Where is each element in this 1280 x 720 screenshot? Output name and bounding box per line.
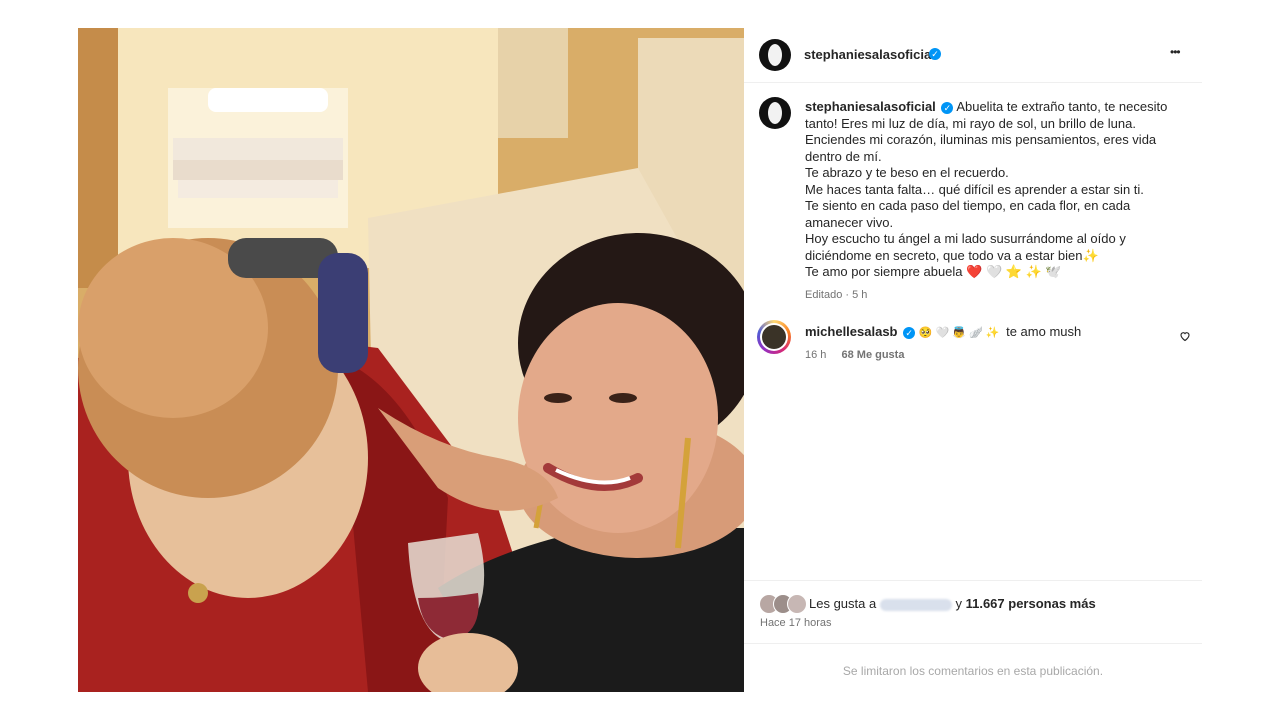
comment-like-heart-icon[interactable] [1179, 330, 1191, 342]
likes-prefix: Les gusta a [809, 596, 877, 611]
caption-line-11: Te amo por siempre abuela ❤️ 🤍 ⭐ ✨ 🕊️ [805, 264, 1062, 279]
likes-blurred-user[interactable] [879, 598, 952, 611]
caption-line-2: tanto! Eres mi luz de día, mi rayo de so… [805, 115, 1136, 131]
caption-line-6: Me haces tanta falta… qué difícil es apr… [805, 181, 1144, 197]
likes-conj: y [955, 596, 962, 611]
comment-body: michellesalasb ✓ 🥺 🤍 👼 🪽 ✨ te amo mush [805, 324, 1165, 342]
caption-edited-time: Editado · 5 h [805, 288, 868, 301]
likes-count[interactable]: 11.667 personas más [966, 596, 1096, 611]
post-photo[interactable] [78, 28, 744, 692]
caption-line-1: stephaniesalasoficial ✓ Abuelita te extr… [805, 99, 1168, 114]
caption-line-7: Te siento en cada paso del tiempo, en ca… [805, 198, 1131, 213]
post-time: Hace 17 horas [760, 617, 832, 629]
post-header: stephaniesalasoficial ✓ ••• [744, 28, 1202, 83]
caption-line-4: dentro de mí. [805, 148, 882, 164]
caption: stephaniesalasoficial ✓ Abuelita te extr… [805, 99, 1185, 301]
likes-divider [744, 580, 1202, 581]
caption-author[interactable]: stephaniesalasoficial [805, 99, 936, 114]
author-username[interactable]: stephaniesalasoficial [804, 47, 935, 62]
caption-avatar[interactable] [759, 97, 791, 129]
caption-line-10: diciéndome en secreto, que todo va a est… [805, 247, 1099, 263]
comment: michellesalasb ✓ 🥺 🤍 👼 🪽 ✨ te amo mush 1… [805, 324, 1165, 361]
more-options-icon[interactable]: ••• [1170, 45, 1181, 59]
photo-illustration [78, 28, 744, 692]
liker-avatars [759, 594, 807, 614]
caption-line-5: Te abrazo y te beso en el recuerdo. [805, 165, 1009, 180]
caption-line-3: Enciendes mi corazón, iluminas mis pensa… [805, 132, 1157, 147]
caption-line-8: amanecer vivo. [805, 214, 894, 230]
comment-text: te amo mush [1006, 324, 1082, 339]
comment-likes[interactable]: 68 Me gusta [841, 349, 904, 361]
comment-time: 16 h [805, 348, 827, 361]
comment-verified-icon: ✓ [903, 326, 916, 339]
comment-emojis: 🥺 🤍 👼 🪽 ✨ [918, 327, 1000, 339]
post-side-panel: stephaniesalasoficial ✓ ••• stephaniesal… [744, 28, 1202, 692]
comment-author[interactable]: michellesalasb [805, 324, 898, 339]
comments-limited-notice: Se limitaron los comentarios en esta pub… [842, 664, 1104, 678]
likes-summary: Les gusta a y 11.667 personas más [809, 596, 1096, 613]
caption-verified-icon: ✓ [941, 101, 954, 114]
footer-divider [744, 643, 1202, 644]
verified-badge-icon: ✓ [929, 48, 941, 60]
author-avatar[interactable] [759, 39, 791, 71]
comment-avatar[interactable] [757, 320, 791, 354]
caption-line-9: Hoy escucho tu ángel a mi lado susurránd… [805, 231, 1126, 246]
comment-meta: 16 h 68 Me gusta [805, 349, 1165, 361]
